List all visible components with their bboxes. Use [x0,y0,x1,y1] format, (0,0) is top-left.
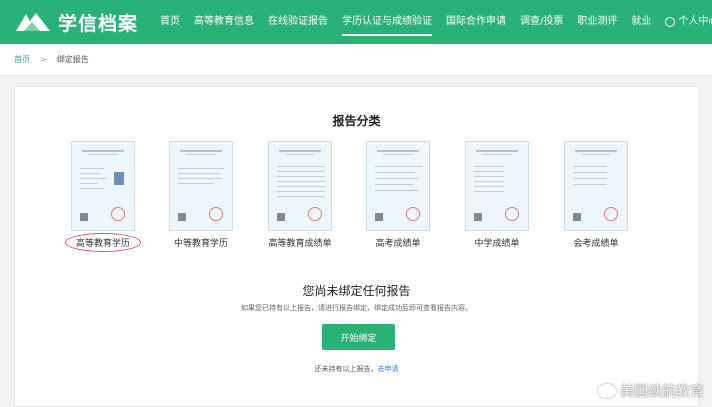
report-card-secondary-education[interactable]: 中等教育学历 [161,141,241,249]
nav-online-verification[interactable]: 在线验证报告 [268,0,328,44]
stamp-icon [308,207,322,221]
logo-text: 学信档案 [58,12,139,35]
report-card-middle-school-transcript[interactable]: 中学成绩单 [457,141,537,249]
report-thumbnail[interactable] [169,141,233,231]
apply-note: 还未持有以上报告，去申请 [15,364,698,374]
user-center-label: 个人中心 [678,16,712,27]
start-binding-button[interactable]: 开始绑定 [322,324,395,350]
report-card-gaokao-transcript[interactable]: 高考成绩单 [358,141,438,249]
qr-code-icon [277,213,285,221]
highlight-circle [65,233,141,252]
empty-state-title: 您尚未绑定任何报告 [302,284,411,298]
logo-mark-icon [16,13,50,31]
stamp-icon [604,207,618,221]
nav-higher-education[interactable]: 高等教育信息 [194,0,254,44]
report-card-label: 高考成绩单 [375,239,421,249]
report-panel: 报告分类 高等教育学历 中等教育学历 高等教育成绩单 高考成绩单 中学成绩单 会… [14,86,699,407]
report-card-huikao-transcript[interactable]: 会考成绩单 [556,141,636,249]
top-navbar: 学信档案 首页 高等教育信息 在线验证报告 学历认证与成绩验证 国际合作申请 调… [0,0,712,44]
watermark: 美国续航教育 [598,381,704,401]
breadcrumb-current: 绑定报告 [56,55,89,64]
breadcrumb: 首页 > 绑定报告 [0,44,712,76]
stamp-icon [406,207,420,221]
nav-international[interactable]: 国际合作申请 [446,0,506,44]
breadcrumb-separator: > [40,55,47,64]
main-nav: 首页 高等教育信息 在线验证报告 学历认证与成绩验证 国际合作申请 调查/投票 … [160,0,712,44]
report-card-higher-education[interactable]: 高等教育学历 [63,141,143,252]
nav-home[interactable]: 首页 [160,0,180,44]
section-title: 报告分类 [332,114,381,128]
weibo-icon [598,384,616,398]
report-thumbnail[interactable] [465,141,529,231]
report-card-label: 中等教育学历 [173,239,228,249]
qr-code-icon [573,213,581,221]
stamp-icon [209,207,223,221]
nav-employment[interactable]: 就业 [631,0,651,44]
breadcrumb-home[interactable]: 首页 [14,54,30,65]
nav-survey[interactable]: 调查/投票 [520,0,563,44]
report-thumbnail[interactable] [564,141,628,231]
empty-state-description: 如果您已持有以上报告，请进行报告绑定，绑定成功后即可查看报告内容。 [241,304,472,312]
report-card-higher-transcript[interactable]: 高等教育成绩单 [260,141,340,249]
apply-link[interactable]: 去申请 [378,365,399,373]
qr-code-icon [375,213,383,221]
logo[interactable]: 学信档案 [14,9,138,36]
report-thumbnail[interactable] [71,141,135,231]
stamp-icon [111,207,125,221]
report-thumbnail[interactable] [366,141,430,231]
user-icon [665,17,676,27]
photo-icon [114,172,124,185]
qr-code-icon [178,213,186,221]
user-center-menu[interactable]: 个人中心 ▼ [665,0,712,44]
report-card-label: 高等教育成绩单 [268,239,332,249]
report-card-label: 会考成绩单 [573,239,619,249]
qr-code-icon [80,213,88,221]
apply-note-text: 还未持有以上报告， [314,365,378,373]
report-card-label: 中学成绩单 [474,239,520,249]
watermark-text: 美国续航教育 [620,384,704,400]
qr-code-icon [474,213,482,221]
report-thumbnail[interactable] [268,141,332,231]
nav-certification[interactable]: 学历认证与成绩验证 [342,0,432,44]
nav-career-test[interactable]: 职业测评 [577,0,617,44]
stamp-icon [505,207,519,221]
